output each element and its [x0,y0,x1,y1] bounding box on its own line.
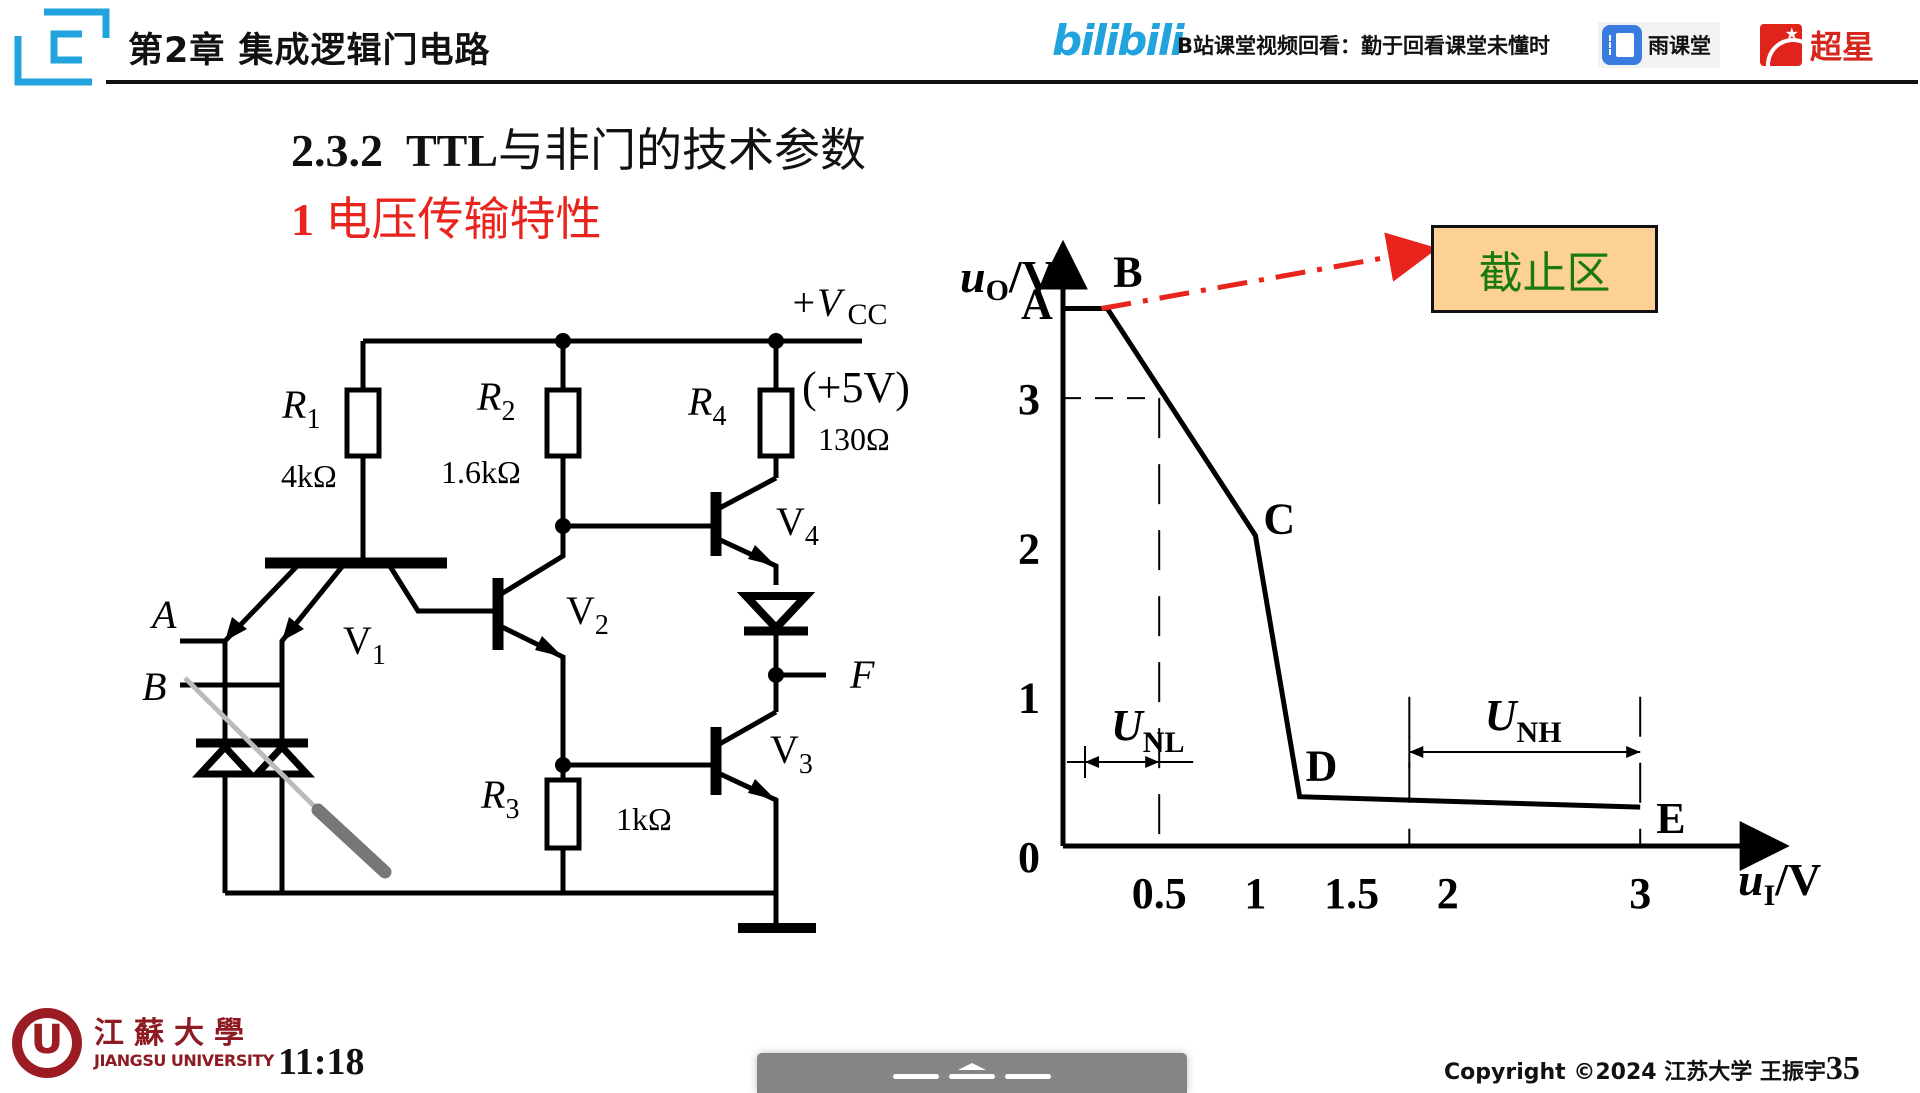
output-f-label: F [849,652,875,697]
noise-margin-label-nh: UNH [1485,691,1562,749]
expand-up-icon[interactable] [958,1063,986,1070]
y-tick-label: 1 [1018,674,1040,723]
cutoff-region-label: 截止区 [1478,248,1611,299]
v3-label: V3 [770,727,813,780]
resistor-r4 [757,387,795,459]
r2-label: R2 [476,374,515,427]
point-label-d: D [1306,742,1338,791]
university-name-en: JIANGSU UNIVERSITY [94,1050,274,1070]
r1-label: R1 [281,382,320,435]
xuexitong-icon [1760,24,1802,66]
y-tick-label: 2 [1018,524,1040,573]
point-label-c: C [1263,494,1295,543]
resistor-r2 [544,387,582,459]
toolbar-handle-icon [893,1074,939,1079]
dimension-arrow [1085,756,1099,768]
v2-label: V2 [566,588,609,641]
x-axis-label: uI/V [1738,854,1821,912]
resistor-r3 [544,777,582,851]
xuexitong-label: 超星 [1810,28,1875,66]
presentation-toolbar-toggle[interactable] [757,1053,1187,1093]
y-tick-label: 0 [1018,833,1040,882]
video-timestamp: 11:18 [278,1041,365,1083]
university-seal-icon [12,1008,82,1078]
r3-value: 1kΩ [616,801,672,837]
transfer-characteristic-chart: 0.5 1 1.5 2 30123uO/VuI/VUNLUNHABCDE [960,232,1821,918]
resistor-r1 [344,387,382,459]
dimension-arrow [1409,746,1424,758]
university-name-cn: 江蘇大學 [94,1015,254,1051]
vcc-label: +V CC [790,280,887,331]
bilibili-logo: bilibili [1052,16,1185,65]
cutoff-region-box: 截止区 [1431,225,1658,313]
yuketang-label: 雨课堂 [1648,34,1711,58]
x-tick-label: 1.5 [1324,869,1379,918]
r1-value: 4kΩ [281,458,337,494]
point-label-a: A [1021,280,1053,329]
page-number: 35 [1825,1050,1860,1087]
cutoff-pointer-arrow [1101,232,1438,311]
r4-label: R4 [687,379,726,432]
point-label-e: E [1656,794,1685,843]
v4-label: V4 [776,499,819,552]
university-logo: 江蘇大學 JIANGSU UNIVERSITY [12,1008,274,1078]
copyright-notice: Copyright ©2024 江苏大学 王振宇35 [1444,1050,1860,1088]
x-tick-label: 2 [1437,869,1459,918]
r3-label: R3 [480,772,519,825]
yuketang-logo: 雨课堂 [1598,22,1720,68]
copyright-text: Copyright ©2024 江苏大学 王振宇 [1444,1060,1826,1085]
r2-value: 1.6kΩ [441,454,521,490]
x-tick-label: 3 [1629,869,1651,918]
toolbar-handle-icon [1005,1074,1051,1079]
point-label-b: B [1113,248,1142,297]
input-clamp-diodes [191,741,316,778]
toolbar-handle-icon [949,1074,995,1079]
vcc-value: (+5V) [802,363,910,412]
y-tick-label: 3 [1018,375,1040,424]
x-tick-label: 0.5 [1132,869,1187,918]
xuexitong-logo: 超星 [1760,22,1874,68]
yuketang-icon [1602,25,1642,65]
input-a-label: A [149,592,177,637]
bilibili-notice: B站课堂视频回看：勤于回看课堂未懂时 [1177,34,1551,58]
level-shift-diode [736,592,816,634]
ttl-nand-circuit: +V CC (+5V) R1 4kΩ R2 1.6kΩ R4 130Ω R3 1k… [142,280,910,933]
dimension-arrow [1626,746,1641,758]
x-tick-label: 1 [1244,869,1266,918]
input-b-label: B [142,664,166,709]
r4-value: 130Ω [818,421,890,457]
v1-label: V1 [343,618,386,671]
noise-margin-label-nl: UNL [1111,701,1184,759]
